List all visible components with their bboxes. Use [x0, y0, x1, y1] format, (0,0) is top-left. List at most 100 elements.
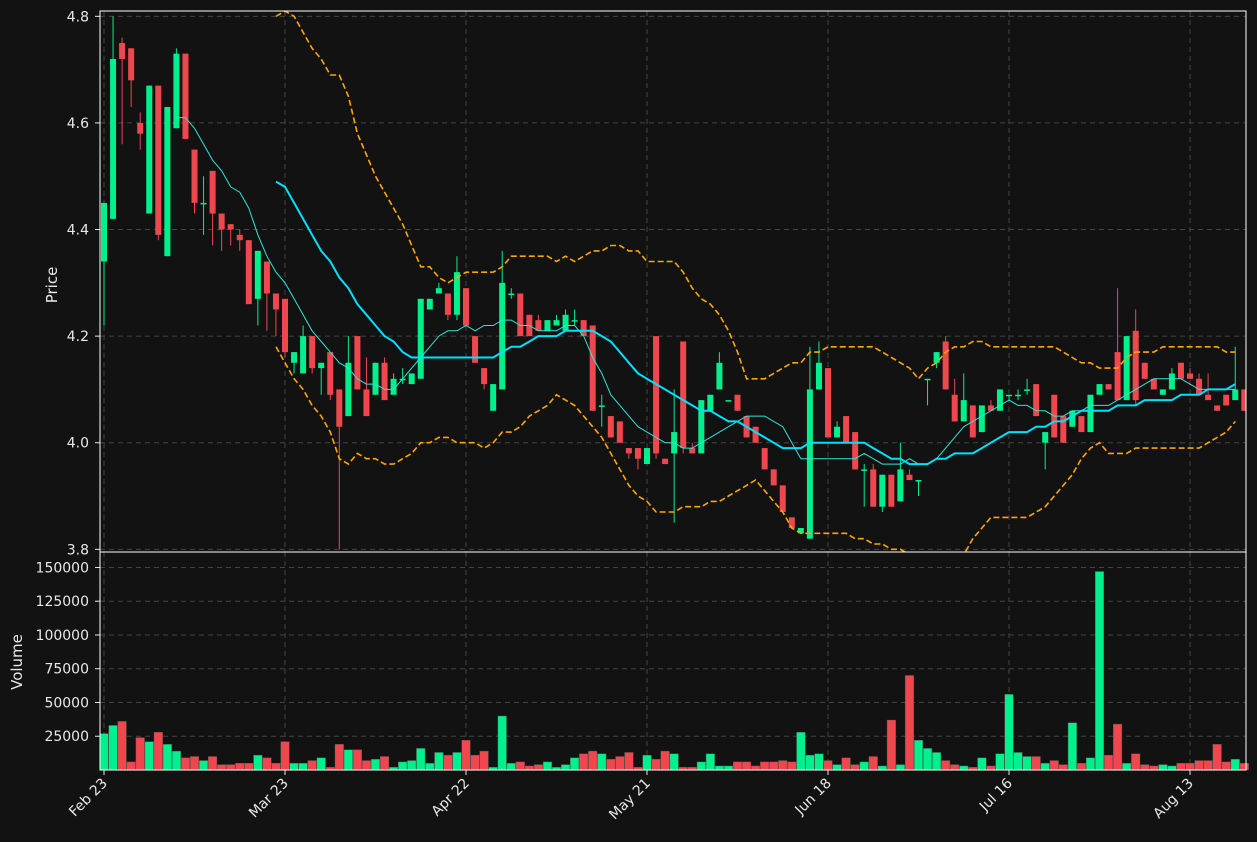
candle-body: [1015, 394, 1022, 397]
volume-bar: [778, 760, 788, 771]
volume-bar: [651, 758, 661, 771]
volume-bar: [289, 763, 299, 771]
candle-body: [1196, 378, 1203, 395]
candle-body: [951, 394, 958, 422]
candle-body: [707, 394, 714, 411]
volume-bar: [805, 754, 815, 771]
volume-bar: [497, 715, 507, 771]
volume-bar: [1013, 752, 1023, 771]
volume-bar: [452, 752, 462, 771]
volume-bar: [479, 750, 489, 771]
volume-bar: [959, 765, 969, 771]
candle-body: [752, 426, 759, 443]
volume-bar: [696, 761, 706, 771]
volume-bar: [171, 750, 181, 771]
candle-body: [644, 448, 650, 465]
candle-body: [191, 149, 198, 203]
candle-body: [924, 378, 931, 381]
volume-bar: [180, 757, 190, 771]
candle-body: [806, 389, 813, 539]
volume-bar: [877, 765, 887, 771]
candle-body: [155, 85, 162, 235]
candle-body: [101, 202, 107, 262]
volume-tick-label: 75000: [44, 662, 89, 678]
volume-bar: [1031, 756, 1041, 771]
volume-tick-label: 100000: [36, 628, 89, 644]
volume-bar: [153, 731, 163, 771]
volume-tick-label: 25000: [44, 729, 89, 745]
volume-bar: [1131, 753, 1141, 771]
volume-bar: [416, 748, 426, 771]
candle-body: [173, 53, 180, 129]
stock-chart: 3.8 4.0 4.2 4.4 4.6 4.8 25000 50000 75000 100000…: [0, 0, 1257, 842]
candle-body: [119, 42, 126, 59]
candle-body: [291, 352, 298, 363]
candle-body: [1006, 394, 1012, 397]
volume-bar: [316, 757, 326, 771]
volume-bar: [144, 741, 154, 771]
candle-body: [426, 298, 433, 310]
candle-body: [553, 320, 560, 326]
candle-body: [716, 362, 723, 390]
candle-body: [915, 480, 922, 482]
volume-bar: [189, 756, 199, 771]
candle-body: [562, 314, 569, 331]
candle-body: [815, 362, 822, 390]
volume-bar: [823, 760, 833, 771]
candle-body: [942, 341, 949, 390]
volume-bar: [932, 752, 942, 771]
candle-body: [245, 240, 252, 305]
candle-body: [1214, 405, 1221, 411]
volume-bar: [108, 725, 118, 771]
volume-bar: [995, 753, 1005, 771]
candle-body: [354, 336, 361, 390]
volume-bar: [515, 761, 525, 771]
volume-bar: [642, 754, 652, 771]
price-tick-label: 3.8: [67, 542, 89, 558]
volume-tick-label: 150000: [36, 560, 89, 576]
candle-body: [517, 293, 524, 337]
volume-bar: [298, 763, 308, 771]
candle-body: [363, 389, 370, 417]
candle-body: [1177, 362, 1184, 379]
candle-body: [625, 448, 632, 454]
candle-body: [861, 469, 868, 471]
volume-bar: [859, 761, 869, 771]
volume-bar: [733, 761, 743, 771]
volume-bar: [787, 761, 797, 771]
volume-bar: [1230, 758, 1240, 771]
volume-bar: [742, 761, 752, 771]
candle-body: [1069, 410, 1076, 427]
volume-bar: [751, 765, 761, 771]
candle-body: [1168, 373, 1175, 390]
volume-bar: [398, 761, 408, 771]
candle-body: [725, 400, 732, 402]
volume-bar: [262, 757, 272, 771]
candle-body: [508, 293, 515, 295]
candle-body: [490, 384, 497, 411]
volume-bar: [307, 760, 317, 771]
volume-bar: [895, 764, 905, 771]
volume-bar: [850, 764, 860, 771]
volume-bar: [950, 764, 960, 771]
candle-body: [779, 485, 786, 513]
candle-body: [381, 362, 388, 401]
volume-bar: [1094, 571, 1104, 771]
candle-body: [463, 288, 469, 326]
volume-bar: [588, 750, 598, 771]
candle-body: [327, 352, 334, 395]
candle-body: [137, 122, 144, 134]
volume-bar: [914, 740, 924, 771]
volume-bar: [99, 733, 109, 771]
candle-body: [282, 298, 288, 353]
candle-body: [263, 261, 270, 294]
candle-body: [897, 469, 904, 502]
candle-body: [372, 362, 379, 395]
candle-body: [408, 373, 415, 385]
price-axis-label: Price: [43, 267, 61, 304]
volume-bar: [1176, 763, 1186, 771]
candle-body: [616, 421, 623, 443]
volume-bar: [1239, 763, 1249, 771]
volume-bar: [199, 760, 209, 771]
candle-body: [978, 405, 985, 433]
